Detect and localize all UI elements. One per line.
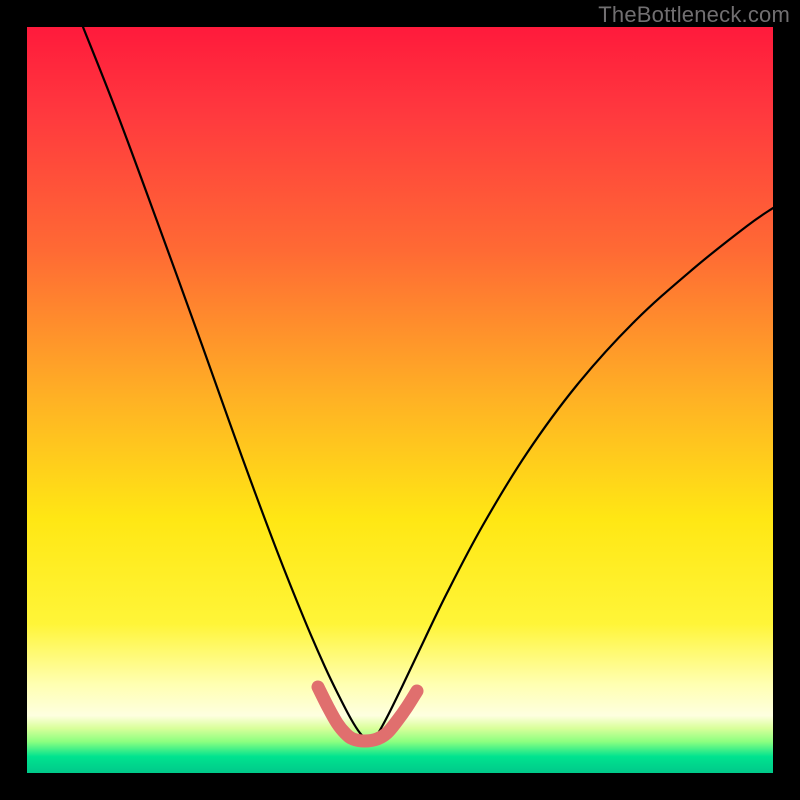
watermark-label: TheBottleneck.com [598, 2, 790, 28]
gradient-bg [27, 27, 773, 773]
chart-svg [27, 27, 773, 773]
chart-frame [27, 27, 773, 773]
